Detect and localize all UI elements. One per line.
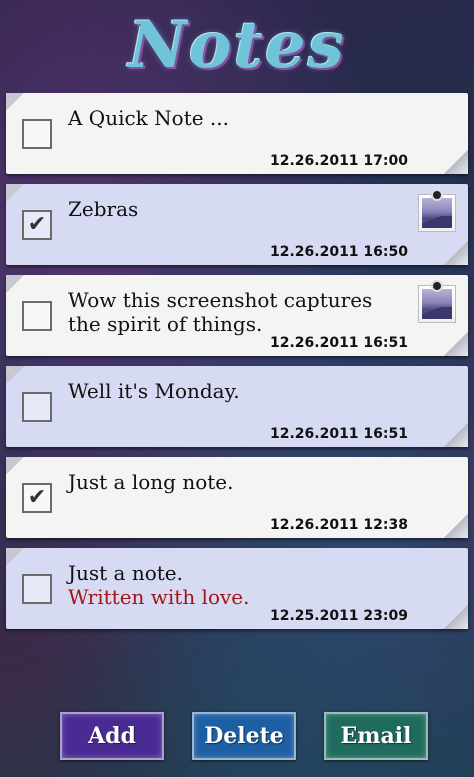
- notes-list: A Quick Note ... 12.26.2011 17:00 ✔ Zebr…: [6, 93, 468, 639]
- note-checkbox[interactable]: [22, 574, 52, 604]
- delete-button[interactable]: Delete: [192, 712, 296, 760]
- note-timestamp: 12.26.2011 12:38: [269, 517, 408, 533]
- note-title: Just a long note.: [68, 470, 234, 494]
- pinned-photo-icon[interactable]: [418, 189, 456, 232]
- note-title: Zebras: [68, 197, 139, 221]
- note-item[interactable]: Well it's Monday. 12.26.2011 16:51: [6, 366, 468, 447]
- note-title: A Quick Note ...: [68, 106, 229, 130]
- note-text: A Quick Note ...: [68, 106, 408, 130]
- note-text: Zebras: [68, 197, 408, 221]
- note-timestamp: 12.26.2011 17:00: [269, 153, 408, 169]
- pinned-photo-icon[interactable]: [418, 280, 456, 323]
- note-title: Wow this screenshot captures the spirit …: [68, 288, 373, 336]
- note-timestamp: 12.26.2011 16:51: [269, 426, 408, 442]
- bottom-toolbar: Add Delete Email: [0, 712, 474, 762]
- checkmark-icon: ✔: [27, 485, 47, 510]
- note-timestamp: 12.26.2011 16:50: [269, 244, 408, 260]
- note-text: Wow this screenshot captures the spirit …: [68, 288, 398, 336]
- note-item[interactable]: Just a note. Written with love. 12.25.20…: [6, 548, 468, 629]
- note-text: Well it's Monday.: [68, 379, 408, 403]
- email-button[interactable]: Email: [324, 712, 428, 760]
- checkmark-icon: ✔: [27, 212, 47, 237]
- note-text: Just a long note.: [68, 470, 408, 494]
- note-checkbox[interactable]: ✔: [22, 210, 52, 240]
- note-checkbox[interactable]: [22, 392, 52, 422]
- note-subtext: Written with love.: [68, 585, 250, 609]
- note-timestamp: 12.26.2011 16:51: [269, 335, 408, 351]
- note-title: Just a note.: [68, 561, 183, 585]
- note-checkbox[interactable]: [22, 119, 52, 149]
- note-checkbox[interactable]: [22, 301, 52, 331]
- app-header: Notes: [0, 0, 474, 90]
- note-text: Just a note. Written with love.: [68, 561, 408, 609]
- note-timestamp: 12.25.2011 23:09: [269, 608, 408, 624]
- add-button[interactable]: Add: [60, 712, 164, 760]
- note-item[interactable]: Wow this screenshot captures the spirit …: [6, 275, 468, 356]
- note-item[interactable]: ✔ Just a long note. 12.26.2011 12:38: [6, 457, 468, 538]
- note-item[interactable]: ✔ Zebras 12.26.2011 16:50: [6, 184, 468, 265]
- note-title: Well it's Monday.: [68, 379, 240, 403]
- note-item[interactable]: A Quick Note ... 12.26.2011 17:00: [6, 93, 468, 174]
- app-title: Notes: [128, 7, 346, 83]
- note-checkbox[interactable]: ✔: [22, 483, 52, 513]
